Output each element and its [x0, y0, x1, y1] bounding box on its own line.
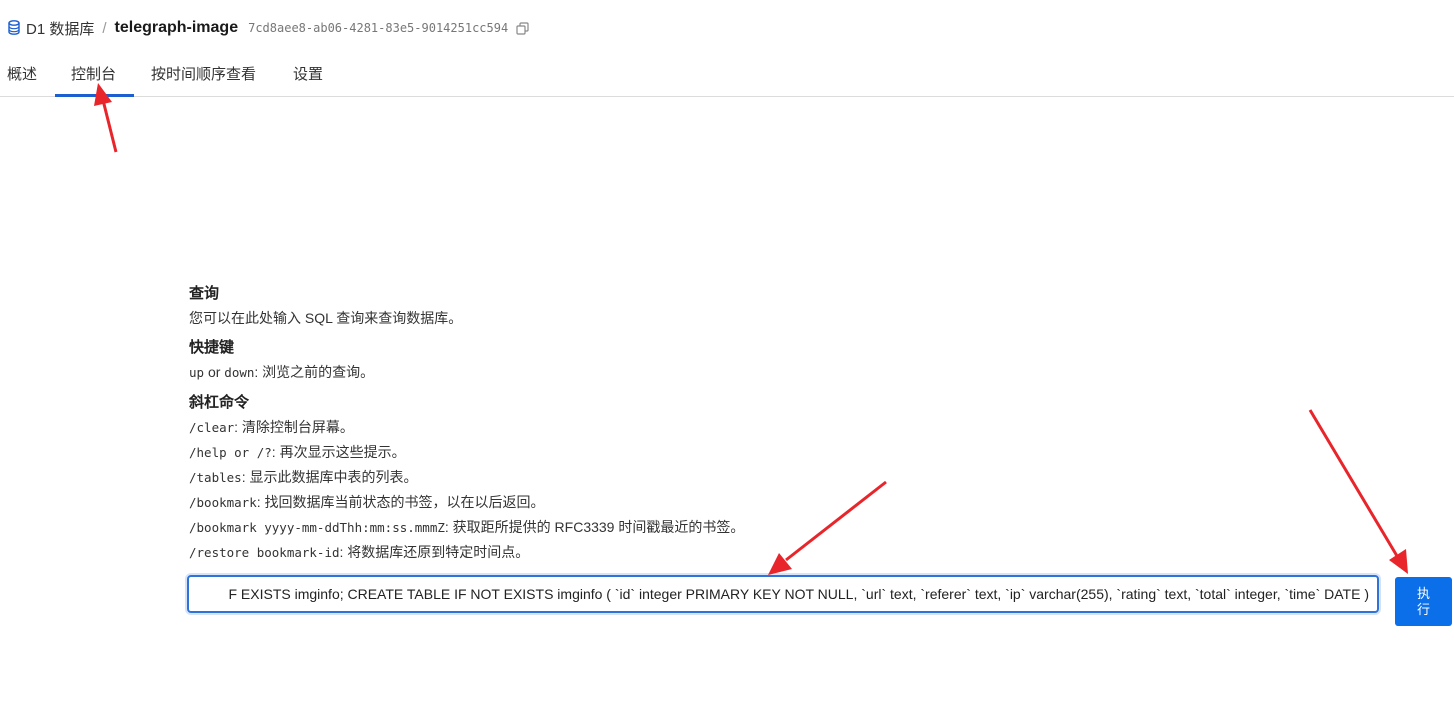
shortcuts-heading: 快捷键: [189, 339, 235, 356]
command-item: /tables: 显示此数据库中表的列表。: [189, 465, 744, 490]
command-item: /bookmark yyyy-mm-ddThh:mm:ss.mmmZ: 获取距所…: [189, 515, 744, 540]
shortcut-line: up or down: 浏览之前的查询。: [189, 360, 744, 385]
execute-button-label: 执行: [1416, 585, 1430, 617]
annotation-arrow-button: [1308, 409, 1408, 574]
active-tab-indicator: [55, 94, 134, 97]
execute-button[interactable]: 执行: [1395, 577, 1452, 626]
sql-query-input[interactable]: F EXISTS imginfo; CREATE TABLE IF NOT EX…: [187, 575, 1379, 613]
slash-commands-heading: 斜杠命令: [189, 394, 250, 411]
tab-bar: 概述 控制台 按时间顺序查看 设置: [0, 52, 1454, 97]
breadcrumb-separator: /: [102, 19, 107, 37]
command-name: /help or /?: [189, 445, 272, 460]
query-description: 您可以在此处输入 SQL 查询来查询数据库。: [189, 310, 463, 326]
command-name: /tables: [189, 470, 242, 485]
database-name: telegraph-image: [114, 19, 239, 36]
command-description: : 获取距所提供的 RFC3339 时间戳最近的书签。: [444, 519, 745, 535]
tab-console[interactable]: 控制台: [71, 63, 116, 84]
command-item: /clear: 清除控制台屏幕。: [189, 415, 744, 440]
command-description: : 再次显示这些提示。: [271, 444, 406, 460]
tab-overview[interactable]: 概述: [7, 63, 37, 84]
breadcrumb-root-link[interactable]: D1 数据库: [26, 18, 94, 39]
command-name: /bookmark: [189, 495, 257, 510]
tab-settings[interactable]: 设置: [293, 63, 323, 84]
command-item: /help or /?: 再次显示这些提示。: [189, 440, 744, 465]
database-id: 7cd8aee8-ab06-4281-83e5-9014251cc594: [248, 21, 509, 35]
command-name: /bookmark yyyy-mm-ddThh:mm:ss.mmmZ: [189, 520, 445, 535]
query-heading: 查询: [189, 285, 220, 302]
shortcut-description: : 浏览之前的查询。: [254, 364, 375, 380]
command-description: : 清除控制台屏幕。: [234, 419, 354, 435]
command-description: : 将数据库还原到特定时间点。: [339, 544, 530, 560]
tab-time-travel[interactable]: 按时间顺序查看: [151, 63, 256, 84]
command-name: /clear: [189, 420, 235, 435]
annotation-arrow-input: [768, 480, 887, 575]
command-description: : 显示此数据库中表的列表。: [241, 469, 418, 485]
sql-query-text: F EXISTS imginfo; CREATE TABLE IF NOT EX…: [228, 586, 1369, 602]
shortcut-or: or: [204, 364, 225, 380]
breadcrumb: D1 数据库 / telegraph-image 7cd8aee8-ab06-4…: [8, 17, 529, 39]
shortcut-up: up: [189, 365, 205, 380]
command-item: /bookmark: 找回数据库当前状态的书签，以在以后返回。: [189, 490, 744, 515]
command-item: /restore bookmark-id: 将数据库还原到特定时间点。: [189, 540, 744, 565]
database-icon: [8, 20, 22, 36]
command-name: /restore bookmark-id: [189, 545, 340, 560]
copy-icon[interactable]: [516, 21, 529, 35]
command-description: : 找回数据库当前状态的书签，以在以后返回。: [256, 494, 545, 510]
shortcut-down: down: [224, 365, 255, 380]
console-help: 查询 您可以在此处输入 SQL 查询来查询数据库。 快捷键 up or down…: [189, 282, 744, 565]
